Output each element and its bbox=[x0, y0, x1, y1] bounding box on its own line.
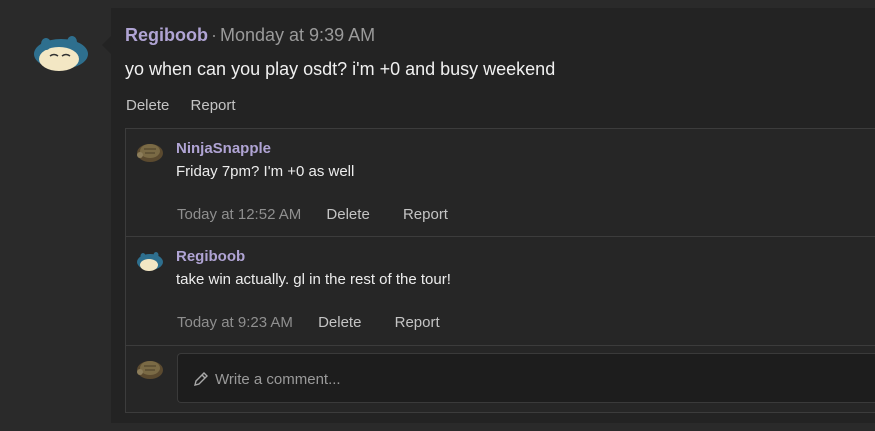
report-comment-button[interactable]: Report bbox=[395, 314, 440, 331]
separator: · bbox=[211, 25, 217, 45]
user-avatar-ninjasnapple[interactable] bbox=[135, 139, 165, 163]
comment-item: Regiboob take win actually. gl in the re… bbox=[126, 236, 875, 345]
report-comment-button[interactable]: Report bbox=[403, 206, 448, 223]
comment-actions: Today at 9:23 AM Delete Report bbox=[177, 314, 469, 331]
comments-section: NinjaSnapple Friday 7pm? I'm +0 as well … bbox=[125, 128, 875, 413]
comment-item: NinjaSnapple Friday 7pm? I'm +0 as well … bbox=[126, 129, 875, 236]
comment-timestamp[interactable]: Today at 12:52 AM bbox=[177, 206, 301, 223]
user-avatar-regiboob[interactable] bbox=[30, 30, 92, 74]
comment-author[interactable]: NinjaSnapple bbox=[176, 140, 271, 157]
pencil-icon bbox=[194, 372, 208, 386]
delete-post-button[interactable]: Delete bbox=[126, 97, 169, 114]
comment-text: take win actually. gl in the rest of the… bbox=[176, 271, 451, 288]
post-actions: Delete Report bbox=[126, 97, 253, 114]
comment-actions: Today at 12:52 AM Delete Report bbox=[177, 206, 477, 223]
user-avatar-regiboob[interactable] bbox=[135, 249, 165, 273]
comment-text: Friday 7pm? I'm +0 as well bbox=[176, 163, 355, 180]
comment-timestamp[interactable]: Today at 9:23 AM bbox=[177, 314, 293, 331]
report-post-button[interactable]: Report bbox=[191, 97, 236, 114]
delete-comment-button[interactable]: Delete bbox=[318, 314, 361, 331]
post-timestamp[interactable]: Monday at 9:39 AM bbox=[220, 25, 375, 45]
comment-author[interactable]: Regiboob bbox=[176, 248, 245, 265]
comment-input-placeholder: Write a comment... bbox=[215, 371, 341, 388]
current-user-avatar bbox=[137, 361, 163, 379]
post-body: yo when can you play osdt? i'm +0 and bu… bbox=[125, 59, 556, 79]
comment-input[interactable]: Write a comment... bbox=[177, 353, 875, 403]
delete-comment-button[interactable]: Delete bbox=[326, 206, 369, 223]
post-author[interactable]: Regiboob bbox=[125, 25, 208, 45]
post-header: Regiboob · Monday at 9:39 AM bbox=[125, 25, 375, 46]
